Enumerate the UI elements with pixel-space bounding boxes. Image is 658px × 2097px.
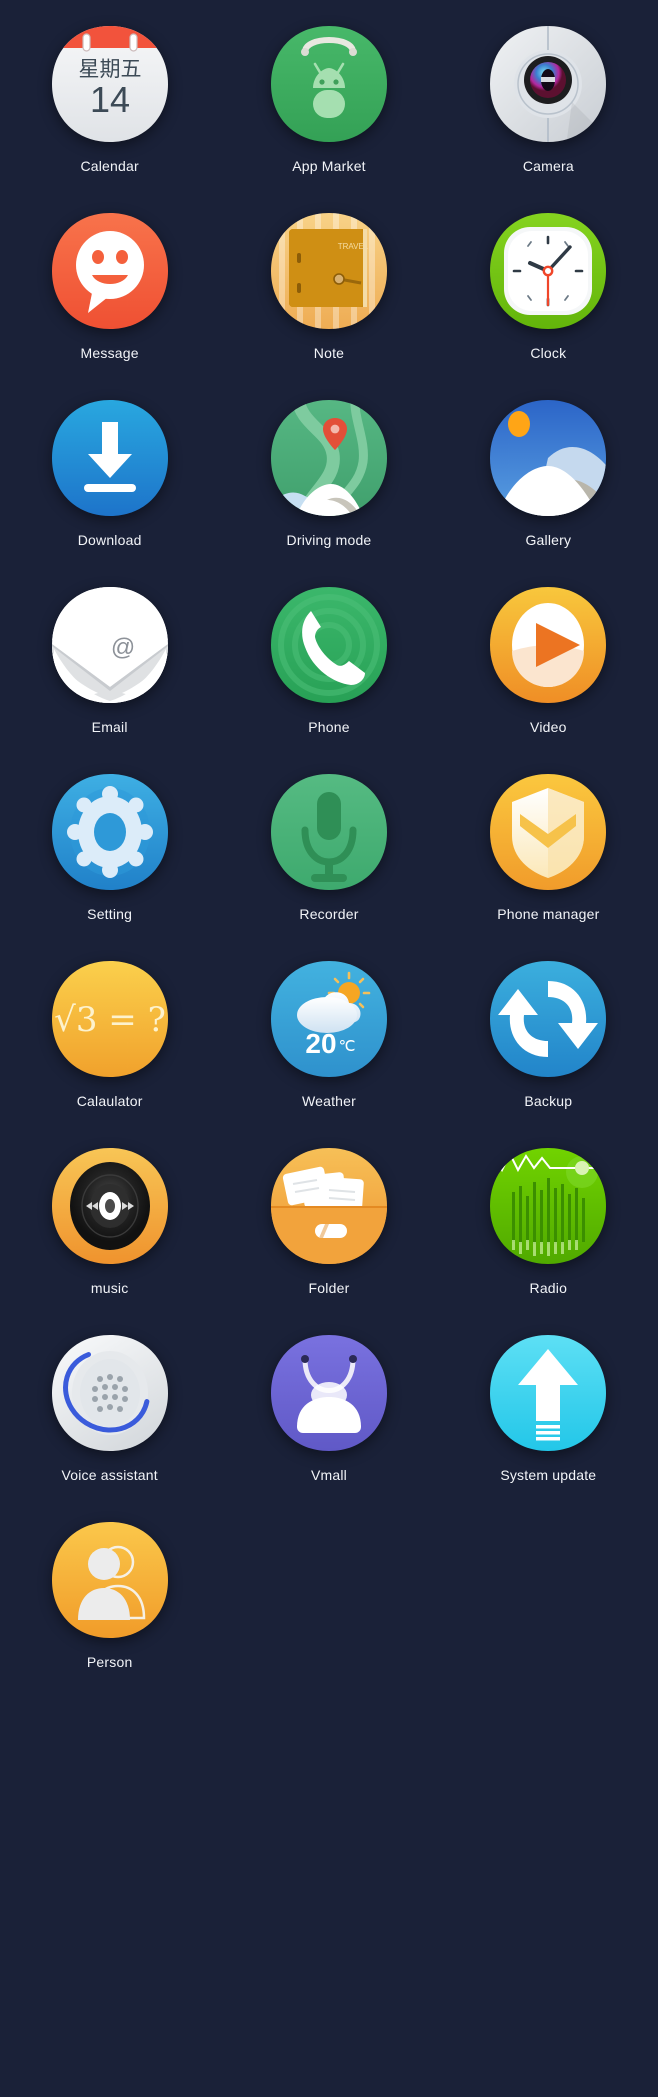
system-update-icon[interactable]	[486, 1331, 610, 1455]
app-label: Phone manager	[497, 906, 600, 922]
app-cell-calendar[interactable]: 星期五 14 Calendar	[0, 22, 219, 209]
svg-text:√3 = ?: √3 = ?	[54, 1000, 166, 1040]
app-cell-note[interactable]: TRAVEL Note	[219, 209, 438, 396]
app-label: System update	[500, 1467, 597, 1483]
driving-mode-icon[interactable]	[267, 396, 391, 520]
person-icon[interactable]	[48, 1518, 172, 1642]
app-icon-grid: 星期五 14 Calendar App Market Camera Messag…	[0, 0, 658, 1705]
app-label: Person	[86, 1654, 133, 1670]
app-cell-video[interactable]: Video	[439, 583, 658, 770]
app-cell-vmall[interactable]: Vmall	[219, 1331, 438, 1518]
app-label: Phone	[308, 719, 350, 735]
app-cell-folder[interactable]: Folder	[219, 1144, 438, 1331]
app-cell-clock[interactable]: Clock	[439, 209, 658, 396]
folder-icon[interactable]	[267, 1144, 391, 1268]
app-cell-person[interactable]: Person	[0, 1518, 219, 1705]
note-icon[interactable]: TRAVEL	[267, 209, 391, 333]
app-label: Email	[91, 719, 128, 735]
app-cell-gallery[interactable]: Gallery	[439, 396, 658, 583]
svg-text:@: @	[110, 634, 134, 661]
app-cell-backup[interactable]: Backup	[439, 957, 658, 1144]
app-label: Clock	[530, 345, 567, 361]
app-label: Camera	[522, 158, 574, 174]
vmall-bag-icon[interactable]	[267, 1331, 391, 1455]
download-icon[interactable]	[48, 396, 172, 520]
music-disc-icon[interactable]	[48, 1144, 172, 1268]
app-cell-setting[interactable]: Setting	[0, 770, 219, 957]
app-label: Message	[80, 345, 139, 361]
app-label: Download	[77, 532, 142, 548]
shield-icon[interactable]	[486, 770, 610, 894]
app-cell-radio[interactable]: Radio	[439, 1144, 658, 1331]
app-label: Vmall	[310, 1467, 347, 1483]
app-label: Calendar	[80, 158, 139, 174]
app-label: Recorder	[299, 906, 359, 922]
video-icon[interactable]	[486, 583, 610, 707]
app-label: music	[90, 1280, 129, 1296]
email-icon[interactable]: @	[48, 583, 172, 707]
app-label: App Market	[292, 158, 366, 174]
app-label: Driving mode	[286, 532, 372, 548]
app-cell-system-update[interactable]: System update	[439, 1331, 658, 1518]
app-label: Video	[530, 719, 567, 735]
app-cell-phone-manager[interactable]: Phone manager	[439, 770, 658, 957]
gallery-icon[interactable]	[486, 396, 610, 520]
voice-assistant-icon[interactable]	[48, 1331, 172, 1455]
app-cell-app-market[interactable]: App Market	[219, 22, 438, 209]
svg-text:20: 20	[305, 1028, 336, 1059]
app-label: Backup	[524, 1093, 573, 1109]
radio-icon[interactable]	[486, 1144, 610, 1268]
app-cell-message[interactable]: Message	[0, 209, 219, 396]
app-market-icon[interactable]	[267, 22, 391, 146]
message-icon[interactable]	[48, 209, 172, 333]
app-cell-recorder[interactable]: Recorder	[219, 770, 438, 957]
clock-icon[interactable]	[486, 209, 610, 333]
recorder-mic-icon[interactable]	[267, 770, 391, 894]
backup-sync-icon[interactable]	[486, 957, 610, 1081]
app-cell-email[interactable]: @ Email	[0, 583, 219, 770]
app-label: Setting	[87, 906, 133, 922]
app-label: Note	[313, 345, 345, 361]
app-cell-voice-assistant[interactable]: Voice assistant	[0, 1331, 219, 1518]
app-cell-driving-mode[interactable]: Driving mode	[219, 396, 438, 583]
weather-icon[interactable]: 20 ℃	[267, 957, 391, 1081]
app-cell-download[interactable]: Download	[0, 396, 219, 583]
svg-text:14: 14	[90, 79, 130, 120]
setting-gear-icon[interactable]	[48, 770, 172, 894]
app-cell-phone[interactable]: Phone	[219, 583, 438, 770]
calendar-icon[interactable]: 星期五 14	[48, 22, 172, 146]
app-label: Folder	[308, 1280, 350, 1296]
svg-text:星期五: 星期五	[78, 57, 141, 81]
calculator-icon[interactable]: √3 = ?	[48, 957, 172, 1081]
svg-text:℃: ℃	[339, 1038, 356, 1055]
app-label: Gallery	[525, 532, 572, 548]
camera-icon[interactable]	[486, 22, 610, 146]
app-label: Weather	[301, 1093, 357, 1109]
app-cell-calculator[interactable]: √3 = ? Calaulator	[0, 957, 219, 1144]
app-cell-camera[interactable]: Camera	[439, 22, 658, 209]
app-label: Voice assistant	[61, 1467, 158, 1483]
phone-icon[interactable]	[267, 583, 391, 707]
app-cell-weather[interactable]: 20 ℃ Weather	[219, 957, 438, 1144]
app-label: Radio	[529, 1280, 568, 1296]
app-label: Calaulator	[76, 1093, 143, 1109]
app-cell-music[interactable]: music	[0, 1144, 219, 1331]
